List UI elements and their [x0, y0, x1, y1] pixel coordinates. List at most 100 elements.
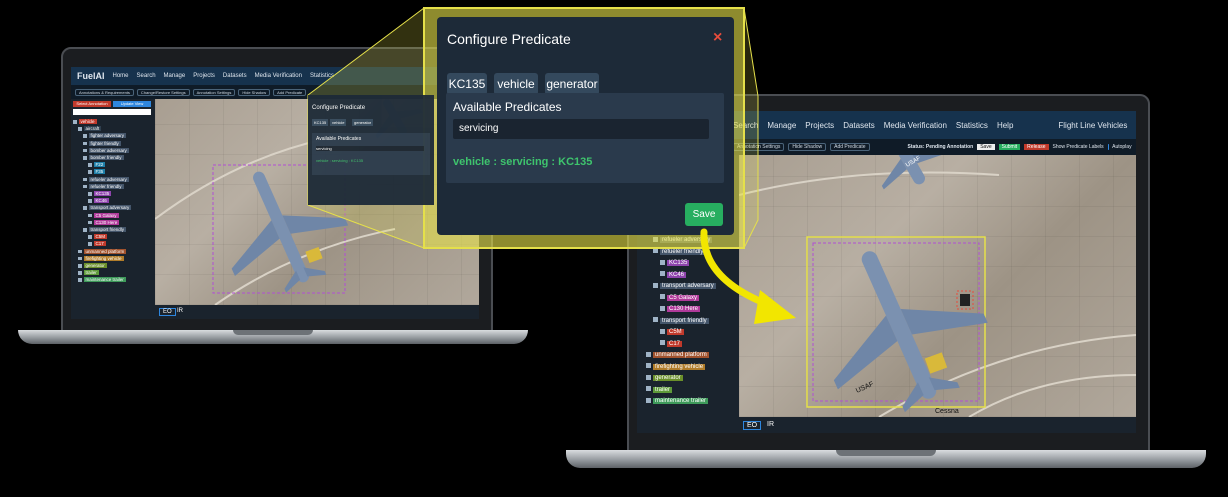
- nav-home[interactable]: Home: [113, 73, 129, 79]
- expand-icon[interactable]: [646, 374, 651, 380]
- eo-toggle[interactable]: EO: [743, 421, 762, 430]
- expand-icon[interactable]: [83, 206, 87, 210]
- expand-icon[interactable]: [646, 397, 651, 403]
- tree-item[interactable]: C5M: [88, 234, 153, 240]
- nav-datasets[interactable]: Datasets: [843, 121, 875, 130]
- nav-datasets[interactable]: Datasets: [223, 73, 247, 79]
- expand-icon[interactable]: [660, 294, 665, 300]
- tree-item[interactable]: refueler friendly: [653, 247, 737, 258]
- tree-item[interactable]: refueler friendly: [83, 183, 153, 190]
- tree-item[interactable]: C17: [660, 339, 737, 350]
- expand-icon[interactable]: [78, 256, 82, 261]
- predicate-search-input[interactable]: servicing: [453, 119, 709, 139]
- submit-button[interactable]: Submit: [998, 144, 1021, 150]
- tree-item[interactable]: C5 Galaxy: [88, 212, 153, 219]
- tree-item[interactable]: C5 Galaxy: [660, 293, 737, 304]
- sidebar-tab-update[interactable]: Update View: [113, 101, 151, 107]
- expand-icon[interactable]: [83, 134, 87, 138]
- close-icon[interactable]: ×: [713, 29, 722, 47]
- expand-icon[interactable]: [83, 141, 87, 146]
- nav-projects[interactable]: Projects: [805, 121, 834, 130]
- tree-item[interactable]: KC46: [660, 270, 737, 281]
- release-button[interactable]: Release: [1024, 144, 1049, 150]
- tree-item[interactable]: transport friendly: [653, 316, 737, 327]
- tree-item[interactable]: aircraft: [78, 126, 153, 132]
- tree-item[interactable]: transport friendly: [83, 227, 153, 233]
- tree-item[interactable]: C130 Here: [88, 219, 153, 226]
- tree-item[interactable]: F22: [88, 162, 153, 168]
- predicate-chip-generator[interactable]: generator: [545, 73, 599, 95]
- predicate-chip-kc135[interactable]: KC135: [447, 73, 487, 95]
- expand-icon[interactable]: [88, 235, 92, 239]
- tree-item[interactable]: vehicle: [73, 119, 153, 125]
- tree-item[interactable]: transport adversary: [653, 281, 737, 292]
- tree-item[interactable]: trailer: [646, 385, 737, 396]
- project-label[interactable]: Flight Line Vehicles: [1058, 121, 1127, 130]
- expand-icon[interactable]: [88, 192, 92, 196]
- expand-icon[interactable]: [83, 184, 87, 189]
- expand-icon[interactable]: [660, 305, 665, 311]
- expand-icon[interactable]: [646, 363, 651, 369]
- expand-icon[interactable]: [83, 156, 87, 160]
- tree-item[interactable]: bomber friendly: [83, 155, 153, 161]
- page-button[interactable]: Annotation Settings: [733, 143, 785, 151]
- expand-icon[interactable]: [88, 220, 92, 225]
- expand-icon[interactable]: [78, 264, 82, 268]
- expand-icon[interactable]: [83, 148, 87, 153]
- expand-icon[interactable]: [660, 259, 665, 265]
- nav-search[interactable]: Search: [137, 73, 156, 79]
- expand-icon[interactable]: [660, 328, 665, 334]
- expand-icon[interactable]: [653, 282, 658, 288]
- tree-item[interactable]: C5M: [660, 327, 737, 338]
- tree-item[interactable]: generator: [646, 373, 737, 384]
- expand-icon[interactable]: [660, 340, 665, 346]
- page-button[interactable]: Annotations & Requirements: [75, 88, 134, 96]
- page-button[interactable]: Hide Shadow: [788, 143, 827, 151]
- expand-icon[interactable]: [78, 127, 82, 131]
- tree-item[interactable]: unmanned platform: [646, 350, 737, 361]
- tree-item[interactable]: trailer: [78, 270, 153, 276]
- expand-icon[interactable]: [78, 278, 82, 282]
- expand-icon[interactable]: [83, 177, 87, 182]
- tree-item[interactable]: maintenance trailer: [78, 277, 153, 283]
- tree-item[interactable]: firefighting vehicle: [78, 255, 153, 262]
- nav-statistics[interactable]: Statistics: [956, 121, 988, 130]
- expand-icon[interactable]: [88, 199, 92, 203]
- tree-item[interactable]: transport adversary: [83, 205, 153, 211]
- expand-icon[interactable]: [653, 248, 658, 254]
- expand-icon[interactable]: [88, 242, 92, 246]
- expand-icon[interactable]: [73, 120, 77, 124]
- page-button[interactable]: Add Predicate: [273, 88, 307, 96]
- expand-icon[interactable]: [646, 386, 651, 392]
- ir-toggle[interactable]: IR: [177, 308, 183, 314]
- expand-icon[interactable]: [88, 213, 92, 218]
- expand-icon[interactable]: [653, 236, 658, 242]
- nav-help[interactable]: Help: [997, 121, 1013, 130]
- tree-item[interactable]: unmanned platform: [78, 248, 153, 255]
- expand-icon[interactable]: [88, 170, 92, 174]
- nav-statistics[interactable]: Statistics: [310, 73, 334, 79]
- save-status-button[interactable]: Save: [977, 144, 995, 150]
- tree-item[interactable]: generator: [78, 263, 153, 269]
- tree-item[interactable]: bomber adversary: [83, 147, 153, 154]
- page-button[interactable]: Annotation Settings: [192, 88, 236, 96]
- expand-icon[interactable]: [660, 271, 665, 277]
- nav-media-verification[interactable]: Media Verification: [884, 121, 947, 130]
- expand-icon[interactable]: [78, 249, 82, 254]
- image-viewer[interactable]: USAF USAF Cessna: [739, 155, 1136, 417]
- predicate-chip-vehicle[interactable]: vehicle: [494, 73, 538, 95]
- expand-icon[interactable]: [88, 163, 92, 167]
- expand-icon[interactable]: [646, 351, 651, 357]
- tree-item[interactable]: C130 Here: [660, 304, 737, 315]
- tree-item[interactable]: F35: [88, 169, 153, 175]
- tree-item[interactable]: KC135: [660, 258, 737, 269]
- tree-item[interactable]: firefighting vehicle: [646, 362, 737, 373]
- tree-item[interactable]: refueler adversary: [653, 235, 737, 246]
- tree-item[interactable]: C17: [88, 241, 153, 247]
- expand-icon[interactable]: [83, 228, 87, 232]
- tree-item[interactable]: KC135: [88, 191, 153, 197]
- nav-search[interactable]: Search: [733, 121, 758, 130]
- tree-item[interactable]: KC46: [88, 198, 153, 204]
- tree-item[interactable]: maintenance trailer: [646, 396, 737, 407]
- sidebar-tab-select[interactable]: Select Annotation: [73, 101, 111, 107]
